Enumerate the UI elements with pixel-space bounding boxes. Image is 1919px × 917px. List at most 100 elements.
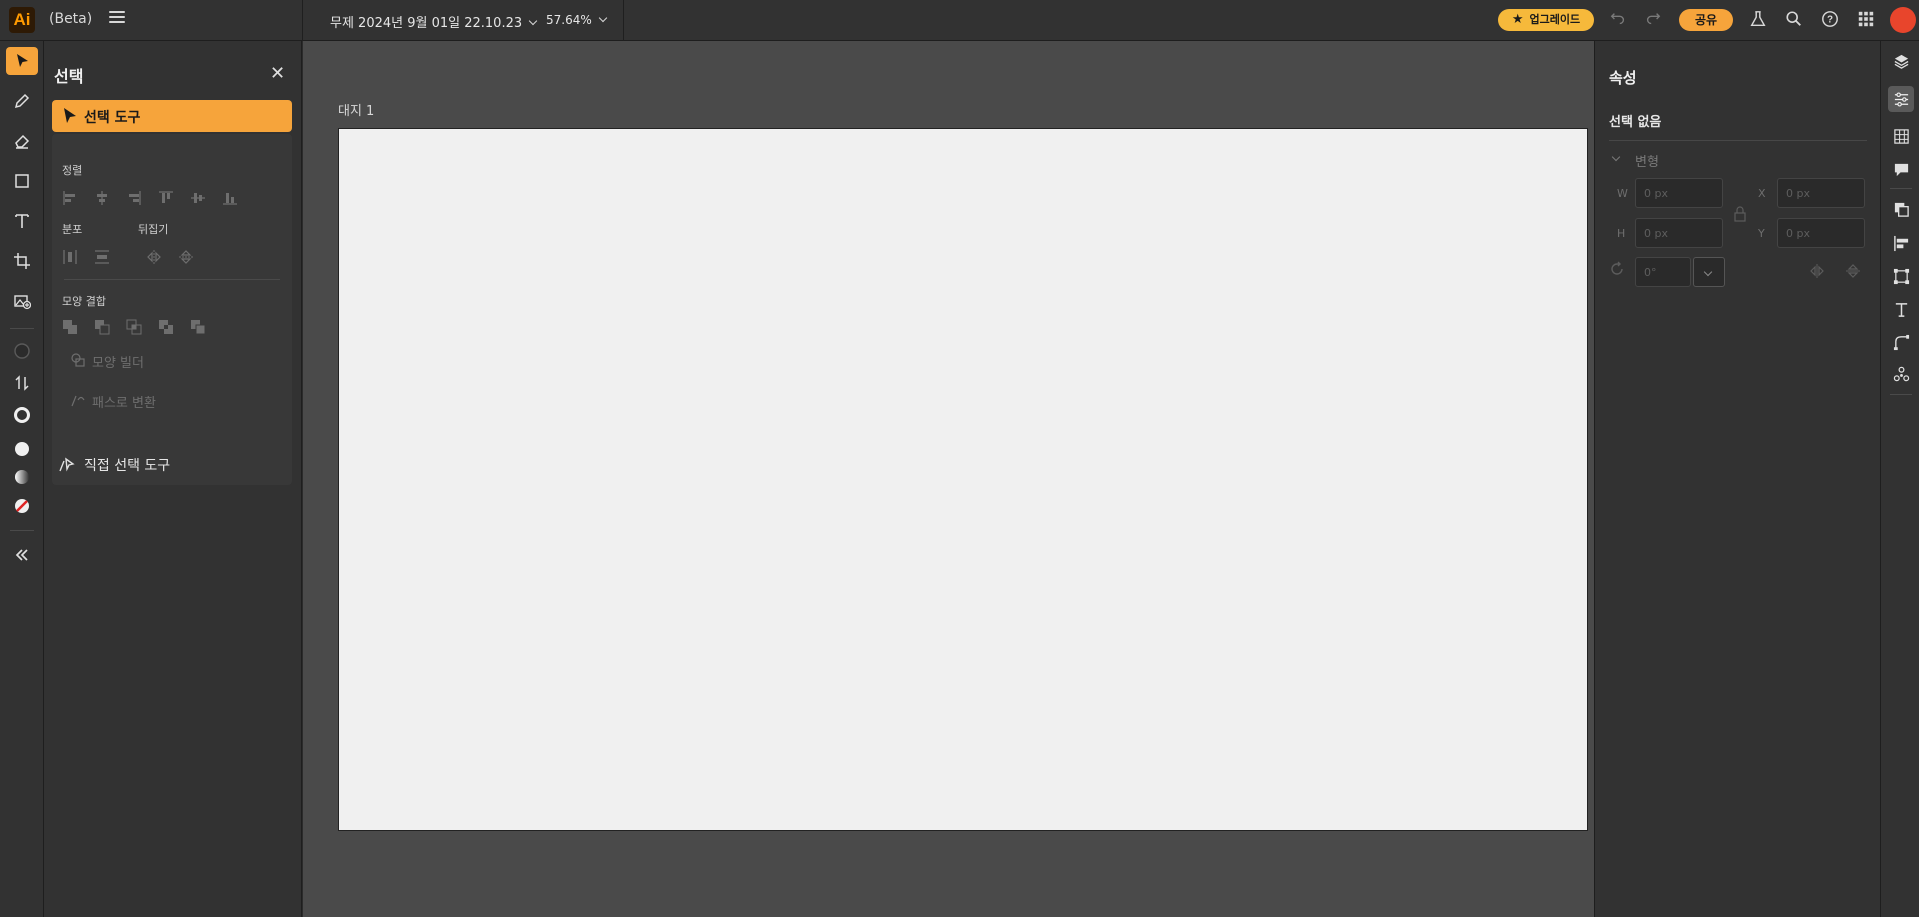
stroke-color-icon[interactable] bbox=[6, 401, 38, 429]
selection-panel: 선택 ✕ 선택 도구 정렬 분포 뒤집기 모양 결합 모양 빌더 패스로 변환 … bbox=[44, 41, 302, 917]
gradient-icon[interactable] bbox=[6, 463, 38, 491]
image-add-icon[interactable] bbox=[6, 287, 38, 315]
app-logo: Ai bbox=[9, 7, 35, 33]
flip-vertical-icon[interactable] bbox=[178, 249, 194, 265]
artboard-label[interactable]: 대지 1 bbox=[338, 100, 374, 119]
menu-icon[interactable] bbox=[109, 11, 125, 25]
select-tool-icon[interactable] bbox=[6, 47, 38, 75]
convert-path-icon bbox=[70, 392, 86, 408]
rotate-dropdown[interactable] bbox=[1693, 257, 1725, 287]
minus-front-icon[interactable] bbox=[94, 319, 110, 335]
swatches-icon[interactable] bbox=[1888, 123, 1914, 149]
share-button[interactable]: 공유 bbox=[1679, 9, 1733, 31]
flask-icon[interactable] bbox=[1748, 10, 1768, 30]
unite-icon[interactable] bbox=[62, 319, 78, 335]
none-color-icon[interactable] bbox=[6, 492, 38, 520]
character-icon[interactable] bbox=[1888, 296, 1914, 322]
combine-shapes-label: 모양 결합 bbox=[62, 295, 106, 308]
apps-grid-icon[interactable] bbox=[1856, 10, 1876, 30]
layers-icon[interactable] bbox=[1888, 48, 1914, 74]
divider bbox=[302, 0, 303, 41]
selection-options: 정렬 분포 뒤집기 모양 결합 모양 빌더 패스로 변환 bbox=[52, 134, 292, 485]
properties-title: 속성 bbox=[1609, 69, 1637, 87]
fill-color-icon[interactable] bbox=[6, 337, 38, 365]
close-icon[interactable]: ✕ bbox=[270, 63, 285, 84]
divide-icon[interactable] bbox=[190, 319, 206, 335]
type-icon[interactable] bbox=[6, 207, 38, 235]
avatar[interactable] bbox=[1890, 7, 1916, 33]
undo-icon[interactable] bbox=[1608, 10, 1628, 30]
upgrade-button[interactable]: ★ 업그레이드 bbox=[1498, 9, 1594, 31]
rotate-field[interactable]: 0° bbox=[1635, 257, 1691, 287]
align-label: 정렬 bbox=[62, 164, 83, 177]
collapse-toolbar-icon[interactable] bbox=[6, 541, 38, 569]
panel-title: 선택 bbox=[54, 67, 84, 86]
artboard-icon[interactable] bbox=[6, 247, 38, 275]
selection-tool-label: 선택 도구 bbox=[84, 110, 141, 126]
align-panel-icon[interactable] bbox=[1888, 230, 1914, 256]
align-center-icon[interactable] bbox=[94, 190, 110, 206]
left-toolbar bbox=[0, 41, 44, 917]
x-field[interactable]: 0 px bbox=[1777, 178, 1865, 208]
y-field[interactable]: 0 px bbox=[1777, 218, 1865, 248]
align-middle-icon[interactable] bbox=[190, 190, 206, 206]
w-label: W bbox=[1617, 187, 1628, 200]
help-icon[interactable]: ? bbox=[1820, 10, 1840, 30]
rectangle-icon[interactable] bbox=[6, 167, 38, 195]
h-label: H bbox=[1617, 227, 1626, 240]
properties-icon[interactable] bbox=[1888, 86, 1914, 112]
zoom-level[interactable]: 57.64% bbox=[546, 13, 608, 27]
align-bottom-icon[interactable] bbox=[222, 190, 238, 206]
align-left-icon[interactable] bbox=[62, 190, 78, 206]
chevron-down-icon[interactable] bbox=[1611, 152, 1621, 162]
flip-vertical-icon[interactable] bbox=[1845, 263, 1861, 283]
height-field[interactable]: 0 px bbox=[1635, 218, 1723, 248]
divider bbox=[64, 279, 280, 280]
eraser-icon[interactable] bbox=[6, 127, 38, 155]
align-top-icon[interactable] bbox=[158, 190, 174, 206]
flip-horizontal-icon[interactable] bbox=[146, 249, 162, 265]
select-tool-icon bbox=[64, 108, 76, 123]
star-icon: ★ bbox=[1511, 12, 1524, 27]
flip-horizontal-icon[interactable] bbox=[1809, 263, 1825, 283]
divider bbox=[623, 0, 624, 41]
width-field[interactable]: 0 px bbox=[1635, 178, 1723, 208]
direct-selection-label: 직접 선택 도구 bbox=[84, 458, 171, 474]
y-label: Y bbox=[1758, 227, 1765, 240]
chevron-down-icon bbox=[1703, 267, 1713, 277]
transform-panel-icon[interactable] bbox=[1888, 263, 1914, 289]
flip-label: 뒤집기 bbox=[138, 223, 169, 236]
search-icon[interactable] bbox=[1784, 10, 1804, 30]
x-label: X bbox=[1758, 187, 1766, 200]
pen-path-icon[interactable] bbox=[1888, 329, 1914, 355]
shape-builder-icon bbox=[70, 352, 86, 368]
align-right-icon[interactable] bbox=[126, 190, 142, 206]
convert-path-label: 패스로 변환 bbox=[92, 396, 156, 411]
lock-proportions-icon[interactable] bbox=[1733, 206, 1747, 226]
divider bbox=[10, 530, 34, 531]
distribute-horizontal-icon[interactable] bbox=[62, 249, 78, 265]
exclude-icon[interactable] bbox=[158, 319, 174, 335]
transform-label[interactable]: 변형 bbox=[1635, 151, 1659, 170]
divider bbox=[1890, 394, 1912, 395]
pathfinder-icon[interactable] bbox=[1888, 196, 1914, 222]
swap-colors-icon[interactable] bbox=[6, 369, 38, 397]
shape-builder-label: 모양 빌더 bbox=[92, 356, 144, 371]
redo-icon[interactable] bbox=[1643, 10, 1663, 30]
document-name[interactable]: 무제 2024년 9월 01일 22.10.23 bbox=[330, 12, 538, 31]
chevron-down-icon bbox=[598, 13, 608, 23]
white-color-icon[interactable] bbox=[6, 435, 38, 463]
comments-icon[interactable] bbox=[1888, 156, 1914, 182]
pencil-icon[interactable] bbox=[6, 87, 38, 115]
intersect-icon[interactable] bbox=[126, 319, 142, 335]
chevron-down-icon bbox=[528, 16, 538, 26]
selection-state: 선택 없음 bbox=[1609, 115, 1662, 130]
symbols-icon[interactable] bbox=[1888, 361, 1914, 387]
artboard[interactable] bbox=[338, 128, 1588, 831]
divider bbox=[10, 328, 34, 329]
zoom-text: 57.64% bbox=[546, 13, 592, 27]
selection-tool-row[interactable]: 선택 도구 bbox=[52, 100, 292, 132]
divider bbox=[1890, 188, 1912, 189]
distribute-vertical-icon[interactable] bbox=[94, 249, 110, 265]
upgrade-label: 업그레이드 bbox=[1529, 13, 1581, 26]
